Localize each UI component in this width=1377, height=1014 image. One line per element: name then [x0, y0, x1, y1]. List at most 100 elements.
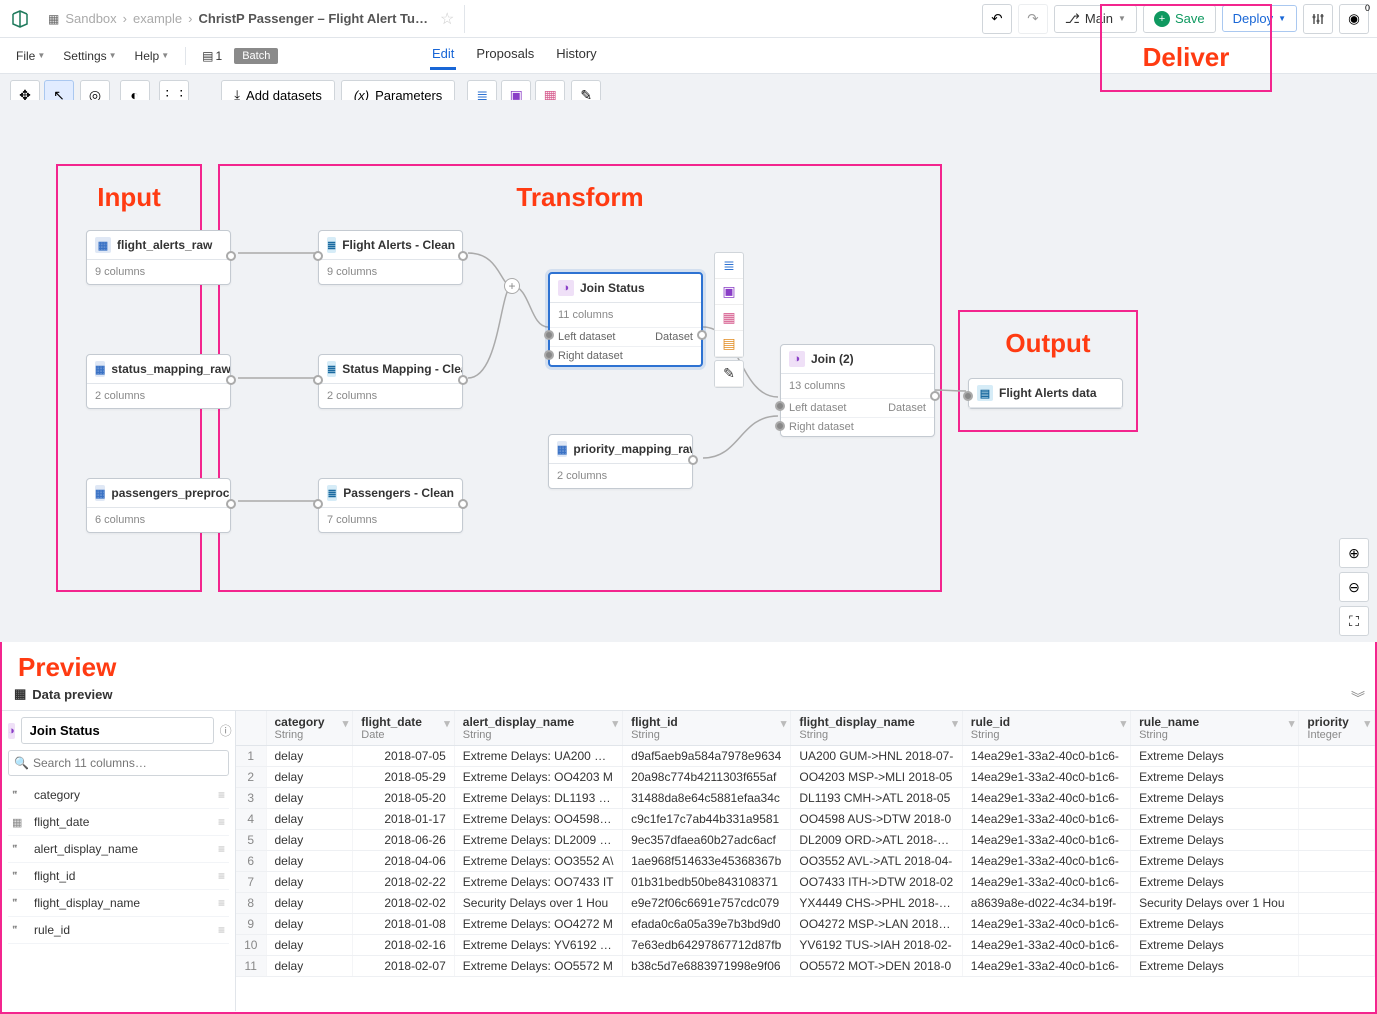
row-number: 3: [236, 788, 266, 809]
node-join-2[interactable]: ◑Join (2) 13 columns Left datasetDataset…: [780, 344, 935, 437]
cell: 20a98c774b4211303f655af: [623, 767, 791, 788]
cell: b38c5d7e6883971998e9f06: [623, 956, 791, 977]
board-icon: ▤: [202, 49, 213, 63]
column-header[interactable]: rule_nameString▾: [1131, 711, 1299, 746]
column-item[interactable]: rule_id≡: [8, 917, 229, 944]
palette-clean-icon[interactable]: ≣: [715, 253, 743, 279]
column-header[interactable]: rule_idString▾: [962, 711, 1130, 746]
bars-icon[interactable]: ≡: [218, 842, 225, 856]
node-passengers-raw[interactable]: ▦passengers_preprocesse… 6 columns: [86, 478, 231, 533]
table-row[interactable]: 9delay2018-01-08Extreme Delays: OO4272 M…: [236, 914, 1375, 935]
column-menu-icon[interactable]: ▾: [1364, 717, 1370, 730]
palette-union-icon[interactable]: ▦: [715, 305, 743, 331]
undo-button[interactable]: ↶: [982, 4, 1012, 34]
column-menu-icon[interactable]: ▾: [781, 717, 787, 730]
node-passengers-clean[interactable]: ≣Passengers - Clean 7 columns: [318, 478, 463, 533]
menu-help[interactable]: Help▼: [129, 45, 176, 67]
branch-icon: ⎇: [1065, 11, 1080, 27]
bars-icon[interactable]: ≡: [218, 896, 225, 910]
column-menu-icon[interactable]: ▾: [952, 717, 958, 730]
row-number: 7: [236, 872, 266, 893]
file-tab[interactable]: ▦ Sandbox › example › ChristP Passenger …: [38, 5, 465, 33]
menu-file[interactable]: File▼: [10, 45, 51, 67]
cell: Extreme Delays: [1131, 872, 1299, 893]
palette-join-icon[interactable]: ▣: [715, 279, 743, 305]
table-row[interactable]: 7delay2018-02-22Extreme Delays: OO7433 I…: [236, 872, 1375, 893]
tab-proposals[interactable]: Proposals: [474, 40, 536, 70]
table-row[interactable]: 2delay2018-05-29Extreme Delays: OO4203 M…: [236, 767, 1375, 788]
table-row[interactable]: 10delay2018-02-16Extreme Delays: YV6192 …: [236, 935, 1375, 956]
node-flight-alerts-raw[interactable]: ▦flight_alerts_raw 9 columns: [86, 230, 231, 285]
table-row[interactable]: 1delay2018-07-05Extreme Delays: UA200 GU…: [236, 746, 1375, 767]
table-row[interactable]: 3delay2018-05-20Extreme Delays: DL1193 C…: [236, 788, 1375, 809]
favorite-star-icon[interactable]: ☆: [440, 9, 454, 29]
preview-node-name-input[interactable]: [21, 717, 214, 744]
notifications-icon[interactable]: ◉0: [1339, 4, 1369, 34]
redo-button[interactable]: ↷: [1018, 4, 1048, 34]
bars-icon[interactable]: ≡: [218, 788, 225, 802]
zoom-fit-button[interactable]: ⛶: [1339, 606, 1369, 636]
tab-edit[interactable]: Edit: [430, 40, 456, 70]
column-item[interactable]: flight_date≡: [8, 809, 229, 836]
settings-sliders-icon[interactable]: [1303, 4, 1333, 34]
bars-icon[interactable]: ≡: [218, 923, 225, 937]
column-menu-icon[interactable]: ▾: [1289, 717, 1295, 730]
cell: 7e63edb64297867712d87fb: [623, 935, 791, 956]
merge-plus-icon[interactable]: +: [504, 278, 520, 294]
column-header[interactable]: flight_display_nameString▾: [791, 711, 962, 746]
pipeline-canvas[interactable]: Input Transform Output Deliver ▦flight_a…: [0, 100, 1377, 644]
cell: 14ea29e1-33a2-40c0-b1c6-: [962, 767, 1130, 788]
column-item[interactable]: alert_display_name≡: [8, 836, 229, 863]
column-menu-icon[interactable]: ▾: [613, 717, 619, 730]
cell: [1299, 809, 1375, 830]
cell: c9c1fe17c7ab44b331a9581: [623, 809, 791, 830]
cell: 2018-02-22: [353, 872, 454, 893]
node-output-flight-alerts-data[interactable]: ▤Flight Alerts data: [968, 378, 1123, 409]
column-header[interactable]: alert_display_nameString▾: [454, 711, 622, 746]
table-row[interactable]: 6delay2018-04-06Extreme Delays: OO3552 A…: [236, 851, 1375, 872]
column-header[interactable]: priorityInteger▾: [1299, 711, 1375, 746]
cell: delay: [266, 809, 353, 830]
zoom-out-button[interactable]: ⊖: [1339, 572, 1369, 602]
column-search-input[interactable]: [8, 750, 229, 776]
node-priority-mapping-raw[interactable]: ▦priority_mapping_raw 2 columns: [548, 434, 693, 489]
tab-history[interactable]: History: [554, 40, 598, 70]
info-icon[interactable]: ⓘ: [220, 722, 232, 739]
preview-grid[interactable]: categoryString▾flight_dateDate▾alert_dis…: [236, 711, 1375, 1011]
table-row[interactable]: 8delay2018-02-02Security Delays over 1 H…: [236, 893, 1375, 914]
column-item[interactable]: category≡: [8, 782, 229, 809]
column-header[interactable]: flight_dateDate▾: [353, 711, 454, 746]
node-flight-alerts-clean[interactable]: ≣Flight Alerts - Clean 9 columns: [318, 230, 463, 285]
cell: delay: [266, 746, 353, 767]
node-edit-palette: ✎: [714, 360, 744, 388]
table-row[interactable]: 4delay2018-01-17Extreme Delays: OO4598 A…: [236, 809, 1375, 830]
palette-edit-icon[interactable]: ✎: [715, 361, 743, 387]
node-status-mapping-clean[interactable]: ≣Status Mapping - Clean 2 columns: [318, 354, 463, 409]
node-join-status[interactable]: ◑Join Status 11 columns Left datasetData…: [548, 272, 703, 367]
cell: efada0c6a05a39e7b3bd9d0: [623, 914, 791, 935]
batch-pill[interactable]: Batch: [234, 48, 278, 64]
column-menu-icon[interactable]: ▾: [343, 717, 349, 730]
node-status-mapping-raw[interactable]: ▦status_mapping_raw 2 columns: [86, 354, 231, 409]
table-row[interactable]: 11delay2018-02-07Extreme Delays: OO5572 …: [236, 956, 1375, 977]
column-header[interactable]: flight_idString▾: [623, 711, 791, 746]
table-row[interactable]: 5delay2018-06-26Extreme Delays: DL2009 O…: [236, 830, 1375, 851]
menu-settings[interactable]: Settings▼: [57, 45, 122, 67]
batch-count[interactable]: ▤1: [196, 45, 228, 67]
zoom-in-button[interactable]: ⊕: [1339, 538, 1369, 568]
cell: a8639a8e-d022-4c34-b19f-: [962, 893, 1130, 914]
column-menu-icon[interactable]: ▾: [444, 717, 450, 730]
cell: [1299, 935, 1375, 956]
row-number: 4: [236, 809, 266, 830]
cell: 14ea29e1-33a2-40c0-b1c6-: [962, 851, 1130, 872]
collapse-chevron-icon[interactable]: ︾: [1351, 688, 1365, 708]
bars-icon[interactable]: ≡: [218, 815, 225, 829]
column-menu-icon[interactable]: ▾: [1121, 717, 1127, 730]
cell: Extreme Delays: [1131, 956, 1299, 977]
column-item[interactable]: flight_id≡: [8, 863, 229, 890]
column-header[interactable]: categoryString▾: [266, 711, 353, 746]
column-item[interactable]: flight_display_name≡: [8, 890, 229, 917]
callout-input: Input: [97, 182, 161, 213]
palette-output-icon[interactable]: ▤: [715, 331, 743, 357]
bars-icon[interactable]: ≡: [218, 869, 225, 883]
